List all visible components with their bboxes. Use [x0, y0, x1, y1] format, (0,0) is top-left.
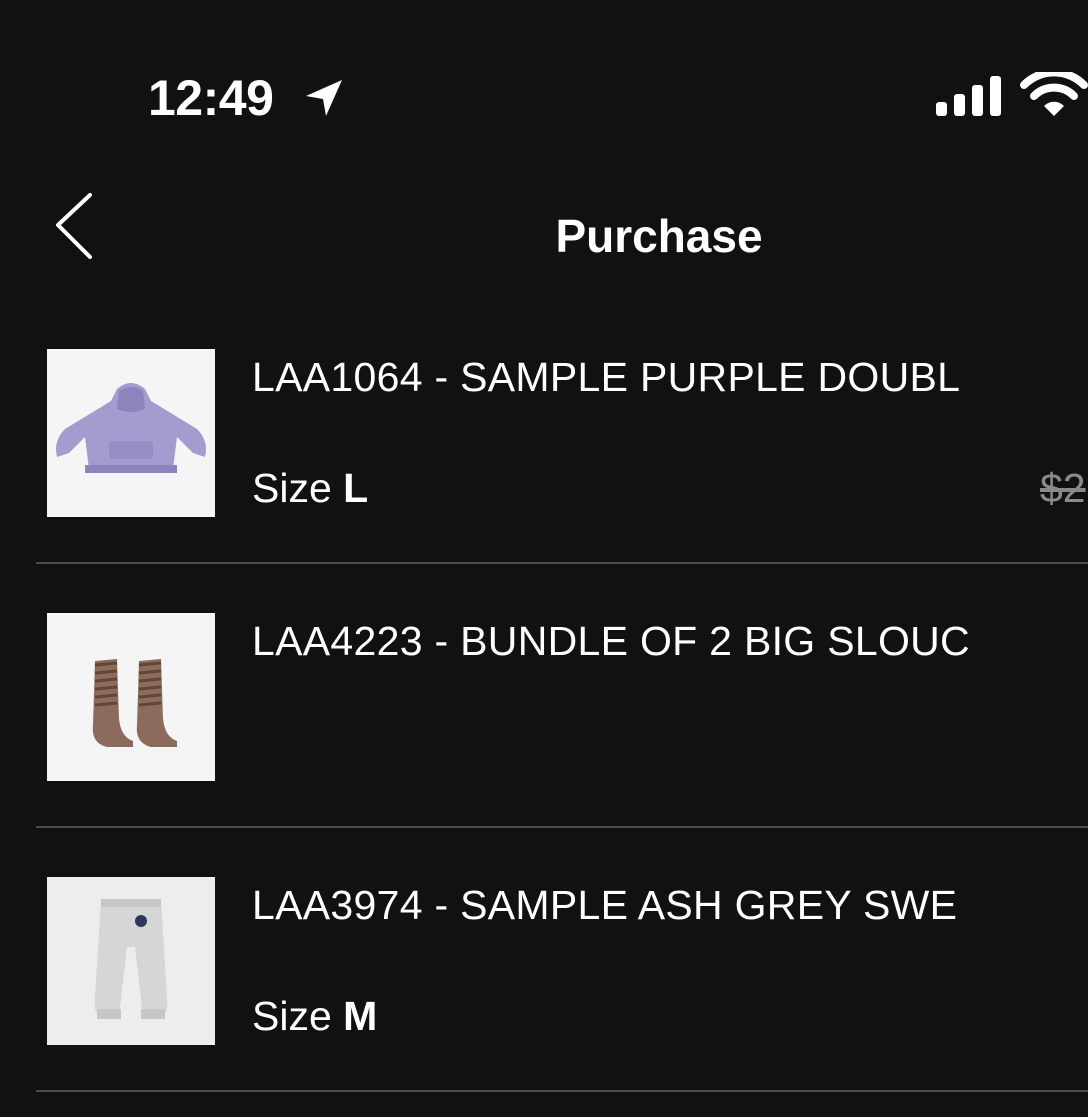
- item-size: Size M: [252, 990, 377, 1042]
- item-name: LAA3974 - SAMPLE ASH GREY SWE: [252, 882, 958, 928]
- divider: [36, 1090, 1088, 1092]
- item-original-price: $2: [1040, 465, 1086, 511]
- purchase-item[interactable]: LAA4223 - BUNDLE OF 2 BIG SLOUC: [36, 564, 1088, 828]
- item-name: LAA4223 - BUNDLE OF 2 BIG SLOUC: [252, 618, 970, 664]
- item-size-label: Size: [252, 993, 332, 1039]
- item-thumbnail-socks: [47, 613, 215, 781]
- item-size-value: M: [343, 993, 378, 1039]
- status-time: 12:49: [148, 70, 274, 126]
- item-thumbnail-sweatpants: [47, 877, 215, 1045]
- location-arrow-icon: [306, 80, 342, 116]
- item-name: LAA1064 - SAMPLE PURPLE DOUBL: [252, 354, 961, 400]
- purchase-item[interactable]: LAA3974 - SAMPLE ASH GREY SWE Size M: [36, 828, 1088, 1092]
- item-size-value: L: [343, 465, 369, 511]
- item-thumbnail-hoodie: [47, 349, 215, 517]
- page-title: Purchase: [555, 210, 763, 262]
- item-size-label: Size: [252, 465, 332, 511]
- wifi-icon: [1020, 72, 1088, 116]
- status-bar: 12:49: [0, 0, 1088, 150]
- cellular-signal-icon: [936, 76, 1001, 116]
- item-size: Size L: [252, 462, 368, 514]
- purchase-item[interactable]: LAA1064 - SAMPLE PURPLE DOUBL Size L $2: [36, 300, 1088, 564]
